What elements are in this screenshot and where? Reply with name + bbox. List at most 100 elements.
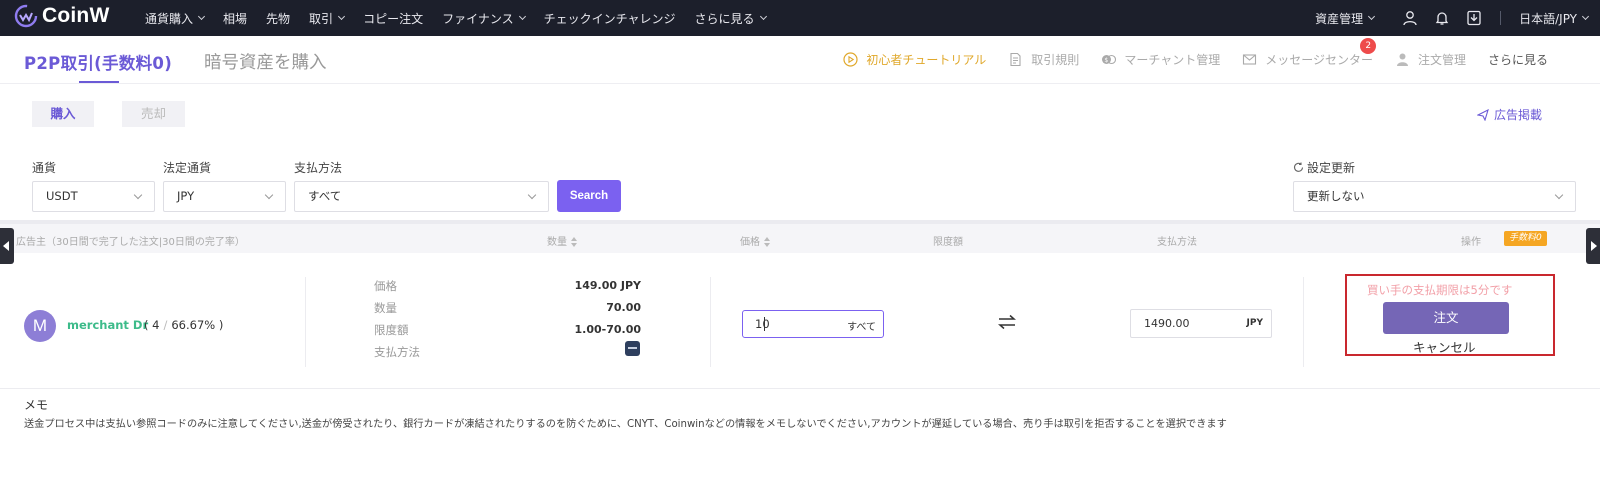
limit-value: 1.00-70.00 (574, 323, 642, 336)
chevron-down-icon (527, 190, 537, 200)
download-icon[interactable] (1466, 10, 1482, 26)
order-management-link[interactable]: 注文管理 (1395, 51, 1466, 68)
completion-rate: 66.67% (171, 318, 216, 332)
nav-item-checkin-challenge[interactable]: チェックインチャレンジ (544, 10, 676, 27)
currency-select[interactable]: USDT (32, 181, 155, 212)
merchant-stats: ( 4/66.67% ) (144, 318, 223, 332)
nav-item-label: コピー注文 (363, 11, 424, 26)
fiat-select[interactable]: JPY (163, 181, 286, 212)
tab-buy-crypto[interactable]: 暗号資産を購入 (204, 49, 327, 74)
swap-arrows-icon[interactable] (998, 314, 1016, 330)
quantity-input[interactable]: 10 すべて (742, 310, 884, 338)
payment-deadline-notice: 買い手の支払期限は5分です (1367, 283, 1513, 297)
nav-item-label: さらに見る (694, 11, 755, 26)
rules-label: 取引規則 (1031, 53, 1080, 67)
chevron-down-icon (133, 190, 143, 200)
header-operation: 操作 (1461, 237, 1481, 248)
tab-p2p-trading[interactable]: P2P取引(手数料0) (24, 50, 172, 74)
all-amount-button[interactable]: すべて (847, 318, 876, 333)
orders-label: 注文管理 (1417, 53, 1466, 67)
header-price[interactable]: 価格 (740, 233, 770, 248)
user-icon[interactable] (1402, 10, 1418, 26)
sort-icon (570, 237, 577, 247)
refresh-select-value: 更新しない (1307, 189, 1365, 203)
column-divider (1303, 277, 1304, 367)
asset-management-menu[interactable]: 資産管理 (1315, 10, 1376, 27)
table-row: M merchant Dr ( 4/66.67% ) 価格 149.00 JPY… (0, 253, 1600, 389)
nav-item-buy-crypto[interactable]: 通貨購入 (145, 10, 206, 27)
trading-rules-link[interactable]: 取引規則 (1008, 51, 1079, 68)
post-ad-label: 広告掲載 (1493, 108, 1542, 122)
nav-right-group: 資産管理 日本語/JPY (1315, 0, 1600, 36)
buy-tab-button[interactable]: 購入 (32, 101, 94, 127)
refresh-interval-select[interactable]: 更新しない (1293, 181, 1576, 212)
nav-item-copy-trading[interactable]: コピー注文 (363, 10, 423, 27)
merchant-name-link[interactable]: merchant Dr (67, 318, 148, 332)
header-payment: 支払方法 (1157, 237, 1197, 248)
column-divider (305, 277, 306, 367)
active-tab-indicator (79, 81, 119, 83)
memo-text: 送金プロセス中は支払い参照コードのみに注意してください,送金が傍受されたり、銀行… (24, 419, 1227, 430)
payment-method-select[interactable]: すべて (294, 181, 549, 212)
logo-text: CoinW (42, 4, 110, 27)
beginner-tutorial-link[interactable]: 初心者チュートリアル (843, 51, 986, 68)
chevron-down-icon (1554, 190, 1564, 200)
envelope-icon (1243, 54, 1257, 65)
chevron-down-icon (338, 12, 346, 21)
price-value: 149.00 JPY (574, 279, 641, 292)
header-price-label: 価格 (740, 237, 760, 248)
nav-item-label: 取引 (309, 11, 334, 26)
coinw-logo[interactable]: CoinW (14, 4, 109, 28)
sell-tab-button[interactable]: 売却 (122, 101, 185, 127)
payment-method-label: 支払方法 (374, 345, 420, 359)
header-limit: 限度額 (933, 237, 963, 248)
stats-open-paren: ( (144, 318, 153, 332)
language-label: 日本語/JPY (1519, 11, 1577, 26)
nav-item-more[interactable]: さらに見る (694, 10, 767, 27)
amount-input[interactable]: 1490.00 JPY (1130, 309, 1272, 338)
place-order-button[interactable]: 注文 (1383, 302, 1509, 334)
column-divider (710, 277, 711, 367)
send-icon (1476, 108, 1489, 121)
merchant-label: マーチャント管理 (1124, 53, 1221, 67)
document-icon (1010, 52, 1021, 67)
more-link[interactable]: さらに見る (1488, 51, 1548, 68)
payment-filter-label: 支払方法 (294, 161, 343, 175)
search-button[interactable]: Search (557, 180, 621, 212)
quantity-input-value: 10 (755, 317, 770, 331)
nav-item-label: 相場 (223, 11, 248, 26)
merchant-coin-icon: $ (1102, 54, 1117, 65)
nav-item-futures[interactable]: 先物 (266, 10, 290, 27)
messages-label: メッセージセンター (1265, 53, 1373, 67)
post-ad-button[interactable]: 広告掲載 (1476, 106, 1542, 123)
message-center-link[interactable]: メッセージセンター 2 (1242, 38, 1377, 68)
chevron-down-icon (1368, 12, 1376, 21)
header-quantity-label: 数量 (547, 237, 567, 248)
price-label: 価格 (374, 279, 397, 293)
fiat-select-value: JPY (177, 189, 195, 203)
unread-count-badge: 2 (1360, 38, 1377, 54)
nav-item-markets[interactable]: 相場 (223, 10, 247, 27)
svg-text:$: $ (1105, 57, 1109, 64)
merchant-management-link[interactable]: $ マーチャント管理 (1101, 51, 1220, 68)
currency-filter-label: 通貨 (32, 161, 57, 175)
nav-divider (1500, 11, 1502, 25)
nav-item-trade[interactable]: 取引 (309, 10, 346, 27)
user-icon (1396, 53, 1408, 66)
header-advertiser: 広告主（30日間で完了した注文|30日間の完了率） (16, 237, 245, 248)
amount-unit: JPY (1246, 318, 1263, 328)
order-action-panel: 買い手の支払期限は5分です 注文 キャンセル (1345, 274, 1555, 356)
sort-icon (763, 237, 770, 247)
header-quantity[interactable]: 数量 (547, 233, 577, 248)
nav-item-finance[interactable]: ファイナンス (442, 10, 526, 27)
bell-icon[interactable] (1434, 10, 1450, 26)
chevron-down-icon (197, 12, 206, 21)
limit-label: 限度額 (374, 323, 409, 337)
refresh-label-text: 設定更新 (1307, 161, 1356, 175)
subheader-links: 初心者チュートリアル 取引規則 $ マーチャント管理 メッセージセンター 2 注… (821, 38, 1548, 68)
language-currency-selector[interactable]: 日本語/JPY (1519, 10, 1590, 27)
coinw-logo-icon (14, 4, 38, 28)
chevron-down-icon (1581, 12, 1590, 21)
bank-transfer-icon (625, 341, 640, 356)
cancel-button[interactable]: キャンセル (1413, 337, 1476, 356)
